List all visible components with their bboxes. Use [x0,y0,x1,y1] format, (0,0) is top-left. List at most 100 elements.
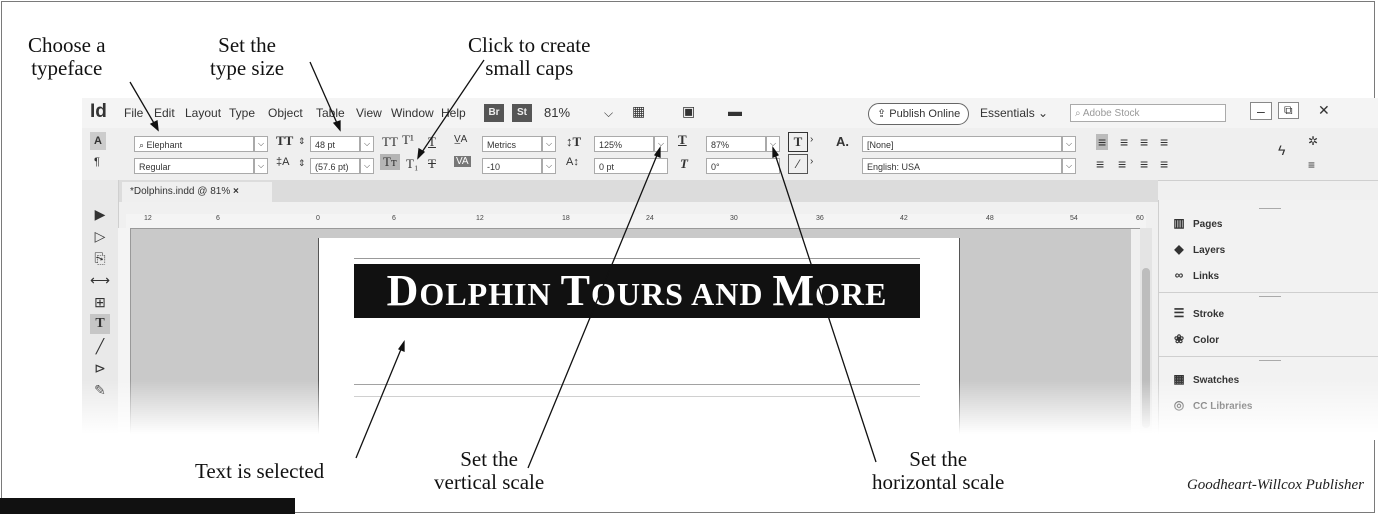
adobe-stock-search-input[interactable]: ⌕ Adobe Stock [1070,104,1226,122]
type-tool-icon[interactable]: T [90,314,110,334]
menu-view[interactable]: View [356,106,382,120]
tracking-dropdown[interactable]: ⌵ [542,158,556,174]
fill-color-icon[interactable]: T [788,132,808,152]
font-size-stepper[interactable]: ⇕ [298,136,306,147]
line-tool-icon[interactable]: ╱ [90,336,110,356]
character-formatting-icon[interactable]: A [90,132,106,150]
tracking-input[interactable]: -10 [482,158,542,174]
publish-online-button[interactable]: ⇪ Publish Online [868,103,970,125]
font-style-input[interactable]: Regular [134,158,254,174]
menu-table[interactable]: Table [316,106,345,120]
font-family-input[interactable]: ⌕ Elephant [134,136,254,152]
justify-right-icon[interactable]: ≡ [1140,156,1148,172]
character-style-dropdown[interactable]: ⌵ [1062,136,1076,152]
leading-dropdown[interactable]: ⌵ [360,158,374,174]
font-family-dropdown[interactable]: ⌵ [254,136,268,152]
selection-tool-icon[interactable]: ▶ [90,204,110,224]
kerning-input[interactable]: Metrics [482,136,542,152]
panel-layers[interactable]: ◆ Layers [1171,242,1225,256]
all-caps-icon[interactable]: TT [382,134,398,150]
scrollbar-thumb[interactable] [1142,268,1150,428]
justify-center-icon[interactable]: ≡ [1118,156,1126,172]
minimize-icon[interactable]: – [1250,102,1272,120]
stroke-color-icon[interactable]: ⁄ [788,154,808,174]
panel-grip[interactable] [1259,296,1281,297]
panel-stroke[interactable]: ☰ Stroke [1171,306,1225,320]
close-icon[interactable]: × [233,186,239,197]
chevron-down-icon[interactable]: ⌵ [604,106,613,121]
menu-object[interactable]: Object [268,106,303,120]
document-tab[interactable]: *Dolphins.indd @ 81% × [122,182,272,202]
small-caps-icon[interactable]: Tт [380,154,400,170]
leading-input[interactable]: (57.6 pt) [310,158,360,174]
superscript-icon[interactable]: T¹ [402,132,414,148]
menu-edit[interactable]: Edit [154,106,175,120]
pen-tool-icon[interactable]: ⊳ [90,358,110,378]
align-center-icon[interactable]: ≡ [1120,134,1128,150]
leading-stepper[interactable]: ⇕ [298,158,306,169]
panel-grip[interactable] [1259,360,1281,361]
ruler-label: 24 [646,215,654,222]
panel-swatches[interactable]: ▦ Swatches [1171,372,1239,386]
headline-text-frame[interactable]: DOLPHIN TOURS AND MORE [354,264,920,318]
panel-dock: ▥ Pages ◆ Layers ∞ Links ☰ Stroke ❀ Color ▦ Sw… [1158,200,1378,438]
chevron-right-icon[interactable]: › [810,156,813,167]
gap-tool-icon[interactable]: ⟷ [90,270,110,290]
stock-button[interactable]: St [512,104,532,122]
content-collector-tool-icon[interactable]: ⊞ [90,292,110,312]
horizontal-scale-input[interactable]: 87% [706,136,766,152]
menu-help[interactable]: Help [441,106,466,120]
align-left-icon[interactable]: ≡ [1096,134,1109,150]
headline-small-caps: ORE [815,276,888,312]
headline-small-caps: OURS AND [591,276,773,312]
view-options-icon[interactable]: ▦ [632,103,645,120]
menu-type[interactable]: Type [229,106,255,120]
skew-input[interactable]: 0° [706,158,780,174]
gear-icon[interactable]: ✲ [1308,134,1318,148]
panel-menu-icon[interactable]: ≡ [1308,158,1315,172]
workspace-switcher[interactable]: Essentials ⌄ [980,106,1048,120]
zoom-level[interactable]: 81% [544,105,570,120]
character-style-input[interactable]: [None] [862,136,1062,152]
horizontal-scale-dropdown[interactable]: ⌵ [766,136,780,152]
align-right-icon[interactable]: ≡ [1140,134,1148,150]
pencil-tool-icon[interactable]: ✎ [90,380,110,400]
baseline-shift-icon: A↕ [566,156,579,168]
strikethrough-icon[interactable]: T [428,156,436,172]
vertical-scrollbar[interactable] [1140,228,1152,438]
justify-all-icon[interactable]: ≡ [1160,156,1168,172]
language-dropdown[interactable]: ⌵ [1062,158,1076,174]
close-icon[interactable]: ✕ [1318,102,1330,119]
panel-cc-libraries[interactable]: ◎ CC Libraries [1171,398,1253,412]
justify-left-icon[interactable]: ≡ [1096,156,1104,172]
vertical-scale-input[interactable]: 125% [594,136,654,152]
menu-window[interactable]: Window [391,106,434,120]
page-tool-icon[interactable]: ⎘ [90,248,110,268]
panel-pages[interactable]: ▥ Pages [1171,216,1222,230]
panel-color[interactable]: ❀ Color [1171,332,1219,346]
bridge-button[interactable]: Br [484,104,504,122]
headline-text[interactable]: DOLPHIN TOURS AND MORE [354,264,920,318]
underline-icon[interactable]: T [428,134,436,150]
font-size-input[interactable]: 48 pt [310,136,360,152]
subscript-icon[interactable]: T₁ [406,156,418,172]
arrange-documents-icon[interactable]: ▬ [728,103,742,119]
language-input[interactable]: English: USA [862,158,1062,174]
horizontal-scale-icon: T [678,132,687,147]
align-towards-spine-icon[interactable]: ≡ [1160,134,1168,150]
menu-layout[interactable]: Layout [185,106,221,120]
font-style-dropdown[interactable]: ⌵ [254,158,268,174]
kerning-dropdown[interactable]: ⌵ [542,136,556,152]
panel-links[interactable]: ∞ Links [1171,268,1219,282]
screen-mode-icon[interactable]: ▣ [682,103,695,120]
chevron-right-icon[interactable]: › [810,134,813,145]
paragraph-formatting-icon[interactable]: ¶ [94,156,100,168]
font-size-dropdown[interactable]: ⌵ [360,136,374,152]
direct-selection-tool-icon[interactable]: ▷ [90,226,110,246]
baseline-shift-input[interactable]: 0 pt [594,158,668,174]
restore-icon[interactable]: ⧉ [1278,102,1299,119]
panel-grip[interactable] [1259,208,1281,209]
quick-apply-icon[interactable]: ϟ [1278,142,1285,158]
vertical-scale-dropdown[interactable]: ⌵ [654,136,668,152]
menu-file[interactable]: File [124,106,143,120]
